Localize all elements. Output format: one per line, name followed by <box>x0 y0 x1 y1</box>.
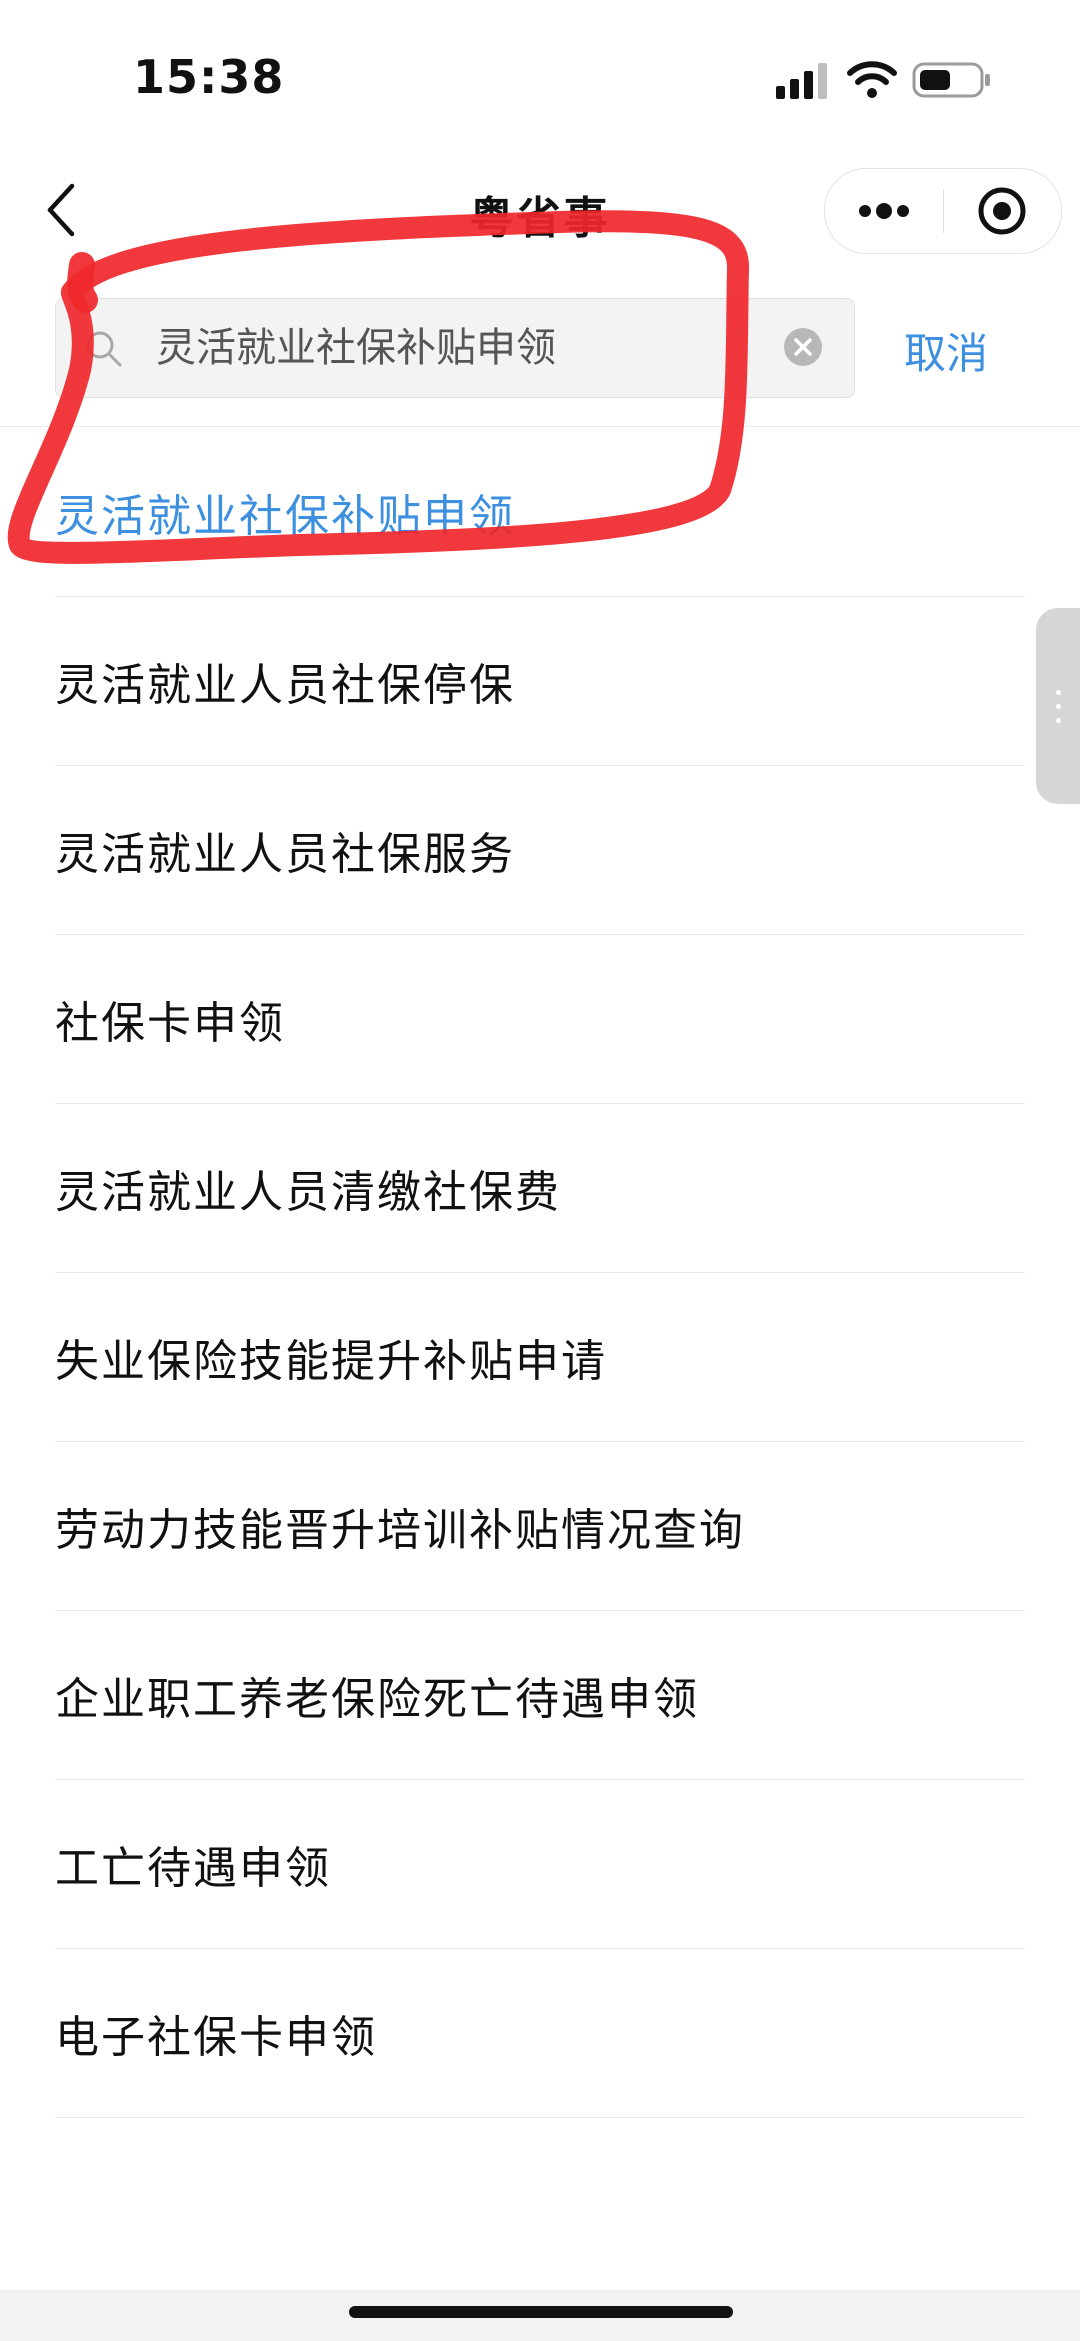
list-item-label: 灵活就业人员社保服务 <box>55 829 515 880</box>
search-icon <box>86 331 122 367</box>
list-item-label: 社保卡申领 <box>55 998 285 1049</box>
search-results-list: 灵活就业社保补贴申领 灵活就业人员社保停保 灵活就业人员社保服务 社保卡申领 灵… <box>55 428 1025 2118</box>
list-item-label: 灵活就业社保补贴申领 <box>55 491 515 542</box>
list-item-label: 失业保险技能提升补贴申请 <box>55 1336 607 1387</box>
handle-dot <box>1056 718 1061 723</box>
close-mini-program-button[interactable] <box>944 169 1061 253</box>
battery-icon <box>912 62 990 98</box>
nav-bar: 粤省事 <box>0 150 1080 270</box>
more-button[interactable] <box>825 169 943 253</box>
list-item[interactable]: 企业职工养老保险死亡待遇申领 <box>55 1611 1025 1780</box>
target-icon <box>978 187 1026 235</box>
list-item-label: 灵活就业人员清缴社保费 <box>55 1167 561 1218</box>
mini-program-capsule <box>824 168 1062 254</box>
list-item[interactable]: 社保卡申领 <box>55 935 1025 1104</box>
handle-dot <box>1056 690 1061 695</box>
floating-edge-handle[interactable] <box>1036 608 1080 804</box>
search-input[interactable] <box>156 319 776 377</box>
clear-icon[interactable] <box>783 327 823 367</box>
cellular-signal-icon <box>776 63 827 99</box>
list-item[interactable]: 劳动力技能晋升培训补贴情况查询 <box>55 1442 1025 1611</box>
list-item[interactable]: 失业保险技能提升补贴申请 <box>55 1273 1025 1442</box>
list-item[interactable]: 灵活就业人员社保停保 <box>55 597 1025 766</box>
handle-dot <box>1056 704 1061 709</box>
list-item-label: 电子社保卡申领 <box>55 2012 377 2063</box>
list-item[interactable]: 电子社保卡申领 <box>55 1949 1025 2118</box>
home-indicator[interactable] <box>349 2306 733 2318</box>
list-item[interactable]: 工亡待遇申领 <box>55 1780 1025 1949</box>
list-item[interactable]: 灵活就业人员社保服务 <box>55 766 1025 935</box>
list-item-label: 劳动力技能晋升培训补贴情况查询 <box>55 1505 745 1556</box>
list-item[interactable]: 灵活就业社保补贴申领 <box>55 428 1025 597</box>
status-bar: 15:38 <box>0 0 1080 140</box>
more-dots-icon <box>859 203 909 219</box>
list-item-label: 企业职工养老保险死亡待遇申领 <box>55 1674 699 1725</box>
list-item-label: 工亡待遇申领 <box>55 1843 331 1894</box>
cancel-button[interactable]: 取消 <box>904 320 988 381</box>
list-item-label: 灵活就业人员社保停保 <box>55 660 515 711</box>
status-time: 15:38 <box>133 50 285 104</box>
list-item[interactable]: 灵活就业人员清缴社保费 <box>55 1104 1025 1273</box>
search-divider <box>0 426 1080 427</box>
search-box[interactable] <box>55 298 855 398</box>
wifi-icon <box>847 61 897 98</box>
